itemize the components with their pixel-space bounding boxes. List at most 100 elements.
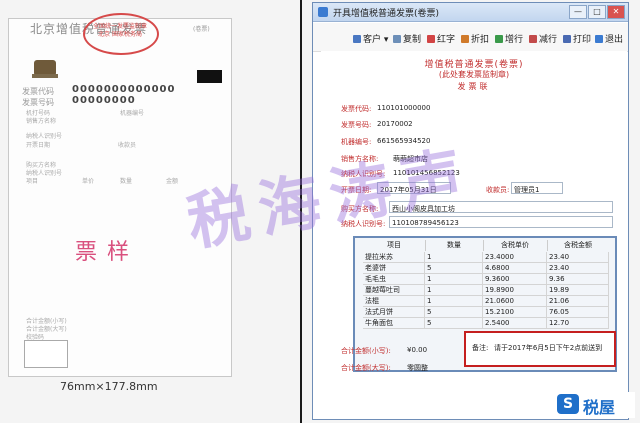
cell-item: 提拉米苏 bbox=[363, 252, 425, 263]
window-title: 开具增值税普通发票(卷票) bbox=[333, 9, 440, 19]
exit-icon bbox=[595, 35, 603, 43]
col-header-item: 项目 bbox=[363, 240, 426, 251]
app-icon bbox=[318, 7, 328, 17]
cell-item: 法棍 bbox=[363, 296, 425, 307]
invoice-sheet: 增值税普通发票(卷票) (此处套发票监制章) 发票联 发票代码: 1101010… bbox=[321, 51, 627, 418]
toolbar-discount-button[interactable]: 折扣 bbox=[461, 32, 489, 45]
sample-code-value: 0000000000000 bbox=[72, 84, 176, 95]
brand-logo-icon: S bbox=[557, 394, 579, 414]
window-titlebar: 开具增值税普通发票(卷票) — □ ✕ bbox=[313, 3, 628, 22]
cell-qty: 1 bbox=[425, 274, 483, 285]
sample-machine-no-label: 机器编号 bbox=[120, 110, 145, 117]
code-label: 发票代码: bbox=[341, 105, 372, 113]
toolbar: 客户 ▾ 复制 红字 折扣 增行 减行 打印 退出 bbox=[313, 23, 628, 52]
invoice-copy-label: 发票联 bbox=[457, 82, 491, 91]
col-header-price: 含税单价 bbox=[483, 240, 548, 251]
sample-col-item: 项目 bbox=[26, 178, 39, 185]
sample-col-amount: 金额 bbox=[166, 178, 179, 185]
qr-code-box bbox=[24, 340, 68, 368]
sample-number-label: 发票号码 bbox=[22, 98, 54, 107]
cell-qty: 1 bbox=[425, 252, 483, 263]
cell-item: 老婆饼 bbox=[363, 263, 425, 274]
cell-item: 牛角面包 bbox=[363, 318, 425, 329]
cell-amount: 21.06 bbox=[547, 296, 609, 307]
cell-price: 4.6800 bbox=[483, 263, 547, 274]
total-big-value: 零圆整 bbox=[407, 364, 428, 372]
cashier-value: 管理员1 bbox=[514, 186, 540, 194]
table-row[interactable]: 蔓越莓吐司 1 19.8900 19.89 bbox=[355, 285, 611, 296]
sample-title-tag: (卷票) bbox=[193, 26, 210, 33]
remark-box[interactable]: 备注: 请于2017年6月5日下午2点前送到 bbox=[464, 331, 616, 367]
brand-logo-text: 税屋 bbox=[583, 398, 616, 417]
cell-amount: 23.40 bbox=[547, 263, 609, 274]
table-row[interactable]: 老婆饼 5 4.6800 23.40 bbox=[355, 263, 611, 274]
sample-seller-label: 销售方名称 bbox=[26, 118, 57, 125]
cell-price: 9.3600 bbox=[483, 274, 547, 285]
table-row[interactable]: 毛毛虫 1 9.3600 9.36 bbox=[355, 274, 611, 285]
remove-row-icon bbox=[529, 35, 537, 43]
total-small-label: 合计金额(小写): bbox=[341, 347, 391, 355]
remark-label: 备注: bbox=[472, 344, 489, 352]
cell-amount: 9.36 bbox=[547, 274, 609, 285]
sample-col-price: 单价 bbox=[82, 178, 95, 185]
invoice-subtitle: (此处套发票监制章) bbox=[438, 70, 510, 79]
brand-logo: S 税屋 bbox=[553, 392, 635, 418]
cell-price: 19.8900 bbox=[483, 285, 547, 296]
table-row[interactable]: 法棍 1 21.0600 21.06 bbox=[355, 296, 611, 307]
cell-amount: 23.40 bbox=[547, 252, 609, 263]
col-header-qty: 数量 bbox=[425, 240, 484, 251]
col-header-amount: 含税金额 bbox=[564, 241, 592, 249]
print-icon bbox=[563, 35, 571, 43]
sample-stamp-text: 票样 bbox=[75, 240, 140, 265]
cell-amount: 12.70 bbox=[547, 318, 609, 329]
code-block bbox=[197, 70, 222, 83]
sample-taxpayer-label: 纳税人识别号 bbox=[26, 133, 63, 140]
remark-value: 请于2017年6月5日下午2点前送到 bbox=[494, 344, 603, 352]
total-big-label: 合计金额(大写): bbox=[341, 364, 391, 372]
minimize-button[interactable]: — bbox=[569, 5, 587, 19]
number-value: 20170002 bbox=[377, 120, 413, 128]
cashier-label: 收款员: bbox=[486, 186, 510, 194]
paper-size-caption: 76mm×177.8mm bbox=[60, 380, 158, 393]
toolbar-exit-button[interactable]: 退出 bbox=[595, 32, 623, 45]
cell-qty: 5 bbox=[425, 307, 483, 318]
cell-amount: 19.89 bbox=[547, 285, 609, 296]
maximize-button[interactable]: □ bbox=[588, 5, 606, 19]
add-row-icon bbox=[495, 35, 503, 43]
total-small-value: ¥0.00 bbox=[407, 346, 428, 354]
tax-emblem-base bbox=[32, 74, 58, 78]
toolbar-remove-row-button[interactable]: 减行 bbox=[529, 32, 557, 45]
cell-item: 蔓越莓吐司 bbox=[363, 285, 425, 296]
cell-price: 21.0600 bbox=[483, 296, 547, 307]
sample-cashier-label: 收款员 bbox=[118, 142, 137, 149]
cell-qty: 5 bbox=[425, 263, 483, 274]
copy-icon bbox=[393, 35, 401, 43]
close-button[interactable]: ✕ bbox=[607, 5, 625, 19]
code-value: 110101000000 bbox=[377, 104, 431, 112]
cell-qty: 5 bbox=[425, 318, 483, 329]
toolbar-red-invoice-button[interactable]: 红字 bbox=[427, 32, 455, 45]
cell-qty: 1 bbox=[425, 296, 483, 307]
table-row[interactable]: 牛角面包 5 2.5400 12.70 bbox=[355, 318, 611, 329]
cell-price: 23.4000 bbox=[483, 252, 547, 263]
cell-item: 法式月饼 bbox=[363, 307, 425, 318]
sample-code-label: 发票代码 bbox=[22, 87, 54, 96]
cell-item: 毛毛虫 bbox=[363, 274, 425, 285]
toolbar-customer-button[interactable]: 客户 ▾ bbox=[353, 32, 388, 45]
sample-date-label: 开票日期 bbox=[26, 142, 51, 149]
cell-price: 15.2100 bbox=[483, 307, 547, 318]
toolbar-copy-button[interactable]: 复制 bbox=[393, 32, 421, 45]
toolbar-print-button[interactable]: 打印 bbox=[563, 32, 591, 45]
number-label: 发票号码: bbox=[341, 121, 372, 129]
seal-text: 全国统一发票监制章 北京 国家税务局 bbox=[92, 23, 147, 38]
discount-icon bbox=[461, 35, 469, 43]
toolbar-add-row-button[interactable]: 增行 bbox=[495, 32, 523, 45]
sample-number-value: 00000000 bbox=[72, 95, 136, 106]
cell-price: 2.5400 bbox=[483, 318, 547, 329]
customer-icon bbox=[353, 35, 361, 43]
table-row[interactable]: 提拉米苏 1 23.4000 23.40 bbox=[355, 252, 611, 263]
table-row[interactable]: 法式月饼 5 15.2100 76.05 bbox=[355, 307, 611, 318]
cell-amount: 76.05 bbox=[547, 307, 609, 318]
cell-qty: 1 bbox=[425, 285, 483, 296]
sample-col-qty: 数量 bbox=[120, 178, 133, 185]
